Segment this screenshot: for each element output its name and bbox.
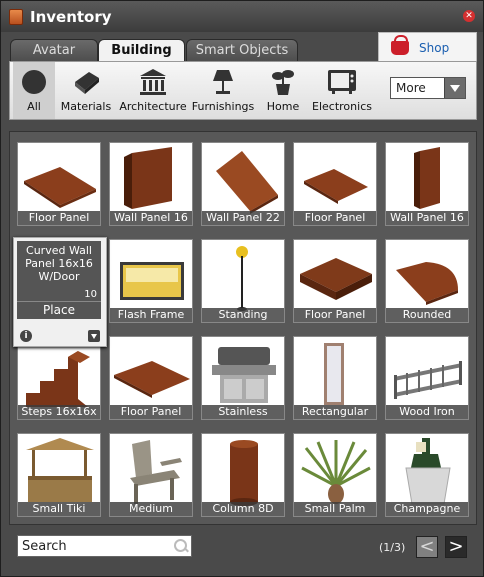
bricks-icon (75, 72, 99, 94)
place-button[interactable]: Place (17, 301, 101, 319)
item-tile[interactable]: Champagne (385, 433, 469, 517)
item-label: Medium (110, 502, 192, 516)
category-bar: All Materials Architecture Furnishings H… (9, 61, 477, 120)
item-tile[interactable]: Flash Frame (109, 239, 193, 323)
item-tile[interactable]: Medium (109, 433, 193, 517)
category-label: Materials (60, 100, 112, 113)
info-icon[interactable]: i (20, 330, 32, 342)
item-tile[interactable]: Stainless (201, 336, 285, 420)
item-label: Wood Iron (386, 405, 468, 419)
category-label: Electronics (312, 100, 372, 113)
category-label: All (27, 100, 41, 113)
category-materials[interactable]: Materials (58, 62, 114, 119)
item-label: Floor Panel (294, 308, 376, 322)
item-tile[interactable]: Steps 16x16x (17, 336, 101, 420)
category-label: Architecture (119, 100, 187, 113)
next-page-button[interactable]: > (445, 536, 467, 558)
item-tile[interactable]: Standing (201, 239, 285, 323)
inventory-bag-icon (9, 8, 23, 25)
tab-avatar[interactable]: Avatar (10, 39, 98, 61)
item-tile[interactable]: Wall Panel 16 (109, 142, 193, 226)
plant-icon (272, 70, 294, 95)
item-tile[interactable]: Small Palm (293, 433, 377, 517)
circle-icon (22, 70, 46, 94)
prev-page-button[interactable]: < (416, 536, 438, 558)
item-label: Standing (202, 308, 284, 322)
category-furnishings[interactable]: Furnishings (192, 62, 254, 119)
item-detail-card: Curved Wall Panel 16x16 W/Door 10 Place (17, 241, 101, 319)
shop-label: Shop (419, 40, 450, 55)
item-detail-title: Curved Wall Panel 16x16 W/Door (25, 244, 93, 283)
item-label: Rounded (386, 308, 468, 322)
item-label: Steps 16x16x (18, 405, 100, 419)
item-label: Rectangular (294, 405, 376, 419)
item-tile[interactable]: Rectangular (293, 336, 377, 420)
item-label: Wall Panel 16 (386, 211, 468, 225)
shop-button[interactable]: Shop (378, 32, 477, 62)
page-indicator: (1/3) (379, 541, 406, 554)
window-title: Inventory (30, 7, 112, 26)
item-tile[interactable]: Wall Panel 16 (385, 142, 469, 226)
category-all[interactable]: All (13, 62, 55, 119)
more-dropdown-value: More (396, 81, 426, 95)
item-detail-popup: Curved Wall Panel 16x16 W/Door 10 Place … (13, 237, 107, 347)
item-label: Column 8D (202, 502, 284, 516)
item-tile[interactable]: Wall Panel 22 (201, 142, 285, 226)
search-icon[interactable] (174, 539, 187, 552)
more-dropdown[interactable]: More (390, 77, 466, 99)
item-tile[interactable]: Column 8D (201, 433, 285, 517)
category-label: Furnishings (191, 100, 255, 113)
search-field[interactable] (17, 535, 192, 557)
category-label: Home (266, 100, 300, 113)
search-input[interactable] (22, 538, 167, 554)
basket-icon (391, 34, 409, 55)
item-label: Wall Panel 16 (110, 211, 192, 225)
item-tile[interactable]: Floor Panel (293, 142, 377, 226)
columns-icon (140, 69, 166, 95)
title-bar[interactable]: Inventory ✕ (1, 1, 483, 32)
item-label: Small Palm (294, 502, 376, 516)
close-icon[interactable]: ✕ (463, 10, 475, 22)
item-label: Floor Panel (18, 211, 100, 225)
item-tile[interactable]: Small Tiki (17, 433, 101, 517)
category-electronics[interactable]: Electronics (308, 62, 376, 119)
tab-building[interactable]: Building (98, 39, 185, 62)
item-label: Floor Panel (110, 405, 192, 419)
item-tile[interactable]: Wood Iron (385, 336, 469, 420)
item-label: Floor Panel (294, 211, 376, 225)
item-label: Champagne (386, 502, 468, 516)
item-tile[interactable]: Floor Panel (109, 336, 193, 420)
item-label: Flash Frame (110, 308, 192, 322)
item-tile[interactable]: Rounded (385, 239, 469, 323)
item-tile[interactable]: Floor Panel (17, 142, 101, 226)
lamp-icon (213, 70, 233, 94)
item-label: Small Tiki (18, 502, 100, 516)
tab-smart-objects[interactable]: Smart Objects (186, 39, 298, 61)
item-count: 10 (84, 289, 97, 300)
category-home[interactable]: Home (260, 62, 306, 119)
item-tile[interactable]: Floor Panel (293, 239, 377, 323)
category-architecture[interactable]: Architecture (116, 62, 190, 119)
tv-icon (328, 70, 356, 94)
item-label: Stainless (202, 405, 284, 419)
chevron-down-icon[interactable] (444, 78, 465, 98)
inventory-window: Inventory ✕ Avatar Building Smart Object… (0, 0, 484, 577)
item-label: Wall Panel 22 (202, 211, 284, 225)
download-icon[interactable] (88, 330, 100, 342)
